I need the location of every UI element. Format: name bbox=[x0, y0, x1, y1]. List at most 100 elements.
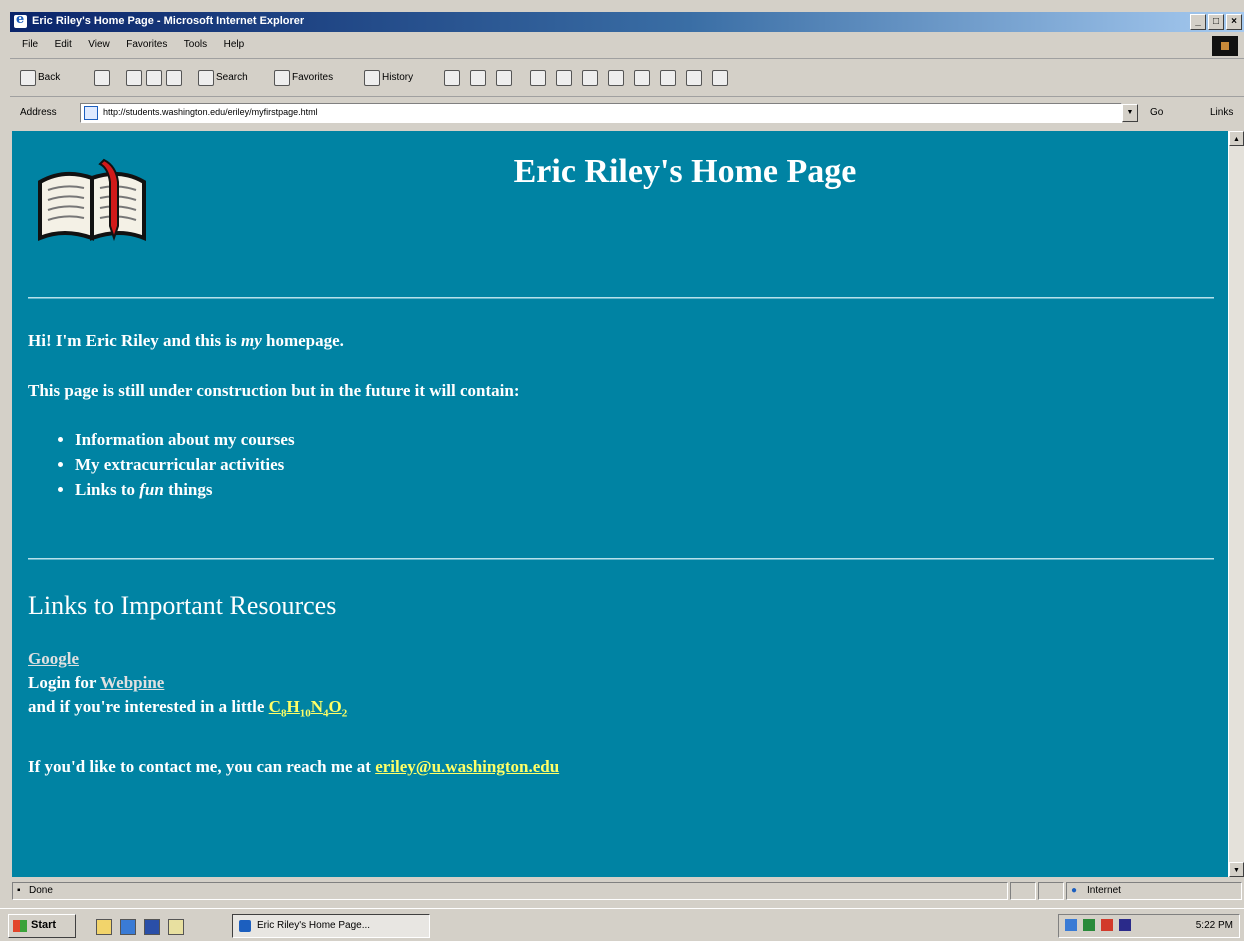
forward-arrow-icon[interactable] bbox=[94, 70, 110, 86]
maximize-button[interactable]: □ bbox=[1208, 14, 1224, 30]
list-item-text-end: things bbox=[163, 480, 213, 499]
construction-paragraph: This page is still under construction bu… bbox=[28, 381, 520, 400]
start-label: Start bbox=[31, 919, 57, 931]
home-icon[interactable] bbox=[166, 70, 182, 86]
tool-icon[interactable] bbox=[660, 70, 676, 86]
links-button[interactable]: Links bbox=[1210, 107, 1233, 118]
menu-bar: File Edit View Favorites Tools Help bbox=[10, 34, 1244, 59]
status-text: Done bbox=[29, 885, 53, 896]
start-button[interactable]: Start bbox=[8, 914, 76, 938]
menu-tools[interactable]: Tools bbox=[184, 39, 207, 50]
favorites-button[interactable]: Favorites bbox=[292, 72, 333, 83]
list-item-emphasis: fun bbox=[139, 480, 164, 499]
formula-element: N bbox=[310, 697, 323, 716]
email-link[interactable]: eriley@u.washington.edu bbox=[375, 757, 559, 776]
google-line: Google bbox=[28, 649, 79, 669]
explorer-icon[interactable] bbox=[168, 919, 184, 935]
scroll-up-icon[interactable]: ▲ bbox=[1229, 131, 1244, 146]
page-icon bbox=[84, 106, 98, 120]
formula-element: O bbox=[328, 697, 342, 716]
ie-icon bbox=[239, 920, 251, 932]
back-button[interactable]: Back bbox=[38, 72, 60, 83]
discuss-icon[interactable] bbox=[530, 70, 546, 86]
horizontal-rule bbox=[28, 558, 1214, 560]
search-button[interactable]: Search bbox=[216, 72, 248, 83]
status-bar: ▪ Done ● Internet bbox=[10, 879, 1244, 901]
address-input[interactable]: http://students.washington.edu/eriley/my… bbox=[80, 103, 1122, 123]
tray-icon[interactable] bbox=[1101, 919, 1113, 931]
contact-line: If you'd like to contact me, you can rea… bbox=[28, 757, 559, 777]
caffeine-link[interactable]: C8H10N4O2 bbox=[268, 697, 348, 720]
history-button[interactable]: History bbox=[382, 72, 413, 83]
ie-icon bbox=[14, 12, 27, 28]
globe-icon: ● bbox=[1071, 885, 1078, 896]
search-icon bbox=[198, 70, 214, 86]
page-title: Eric Riley's Home Page bbox=[513, 153, 857, 190]
edit-icon[interactable] bbox=[496, 70, 512, 86]
tray-icon[interactable] bbox=[1119, 919, 1131, 931]
user-icon[interactable] bbox=[712, 70, 728, 86]
print-icon[interactable] bbox=[470, 70, 486, 86]
list-item: Information about my courses bbox=[75, 427, 295, 452]
history-icon bbox=[364, 70, 380, 86]
close-button[interactable]: × bbox=[1226, 14, 1242, 30]
stop-icon[interactable] bbox=[126, 70, 142, 86]
window-title-bar[interactable]: Eric Riley's Home Page - Microsoft Inter… bbox=[10, 12, 1244, 32]
contact-text: If you'd like to contact me, you can rea… bbox=[28, 757, 376, 776]
status-panel bbox=[1010, 882, 1036, 900]
formula-subscript: 10 bbox=[299, 707, 311, 720]
menu-view[interactable]: View bbox=[88, 39, 110, 50]
menu-edit[interactable]: Edit bbox=[55, 39, 72, 50]
webpine-link[interactable]: Webpine bbox=[100, 673, 164, 692]
desktop-icon[interactable] bbox=[96, 919, 112, 935]
intro-text: Hi! I'm Eric Riley and this is bbox=[28, 331, 241, 350]
tool-icon[interactable] bbox=[634, 70, 650, 86]
minimize-button[interactable]: _ bbox=[1190, 14, 1206, 30]
tray-icon[interactable] bbox=[1083, 919, 1095, 931]
address-dropdown-icon[interactable]: ▼ bbox=[1122, 104, 1138, 122]
tool-icon[interactable] bbox=[686, 70, 702, 86]
go-button[interactable]: Go bbox=[1150, 107, 1163, 118]
toolbar: Back Search Favorites History bbox=[10, 60, 1244, 97]
window-controls: _ □ × bbox=[1190, 14, 1242, 30]
favorites-icon bbox=[274, 70, 290, 86]
taskbar-window-label: Eric Riley's Home Page... bbox=[257, 920, 371, 931]
page-icon: ▪ bbox=[17, 885, 21, 896]
back-arrow-icon bbox=[20, 70, 36, 86]
status-panel bbox=[1038, 882, 1064, 900]
future-content-list: Information about my courses My extracur… bbox=[28, 427, 295, 502]
list-item: My extracurricular activities bbox=[75, 452, 295, 477]
word-icon[interactable] bbox=[144, 919, 160, 935]
zone-text: Internet bbox=[1087, 885, 1121, 896]
address-bar: Address http://students.washington.edu/e… bbox=[10, 99, 1244, 127]
scroll-down-icon[interactable]: ▼ bbox=[1229, 862, 1244, 877]
formula-element: C bbox=[268, 697, 281, 716]
windows-logo-icon bbox=[1212, 36, 1238, 56]
zone-panel: ● Internet bbox=[1066, 882, 1242, 900]
page-content: Eric Riley's Home Page Hi! I'm Eric Rile… bbox=[12, 131, 1228, 877]
taskbar-window-button[interactable]: Eric Riley's Home Page... bbox=[232, 914, 430, 938]
mail-icon[interactable] bbox=[444, 70, 460, 86]
refresh-icon[interactable] bbox=[146, 70, 162, 86]
login-text: Login for bbox=[28, 673, 101, 692]
network-icon[interactable] bbox=[1065, 919, 1077, 931]
messenger-icon[interactable] bbox=[556, 70, 572, 86]
menu-favorites[interactable]: Favorites bbox=[126, 39, 167, 50]
media-icon[interactable] bbox=[582, 70, 598, 86]
menu-file[interactable]: File bbox=[22, 39, 38, 50]
taskbar: Start Eric Riley's Home Page... 5:22 PM bbox=[0, 908, 1244, 941]
address-label: Address bbox=[20, 107, 57, 118]
ie-icon[interactable] bbox=[120, 919, 136, 935]
menu-help[interactable]: Help bbox=[224, 39, 245, 50]
list-item: Links to fun things bbox=[75, 477, 295, 502]
google-link[interactable]: Google bbox=[28, 649, 79, 668]
vertical-scrollbar[interactable]: ▲ ▼ bbox=[1228, 131, 1244, 877]
related-icon[interactable] bbox=[608, 70, 624, 86]
horizontal-rule bbox=[28, 297, 1214, 299]
intro-emphasis: my bbox=[240, 331, 262, 350]
list-item-text: Links to bbox=[75, 480, 140, 499]
webpine-line: Login for Webpine bbox=[28, 673, 164, 693]
formula-element: H bbox=[286, 697, 300, 716]
caffeine-text: and if you're interested in a little bbox=[28, 697, 269, 716]
formula-subscript: 2 bbox=[341, 707, 348, 720]
